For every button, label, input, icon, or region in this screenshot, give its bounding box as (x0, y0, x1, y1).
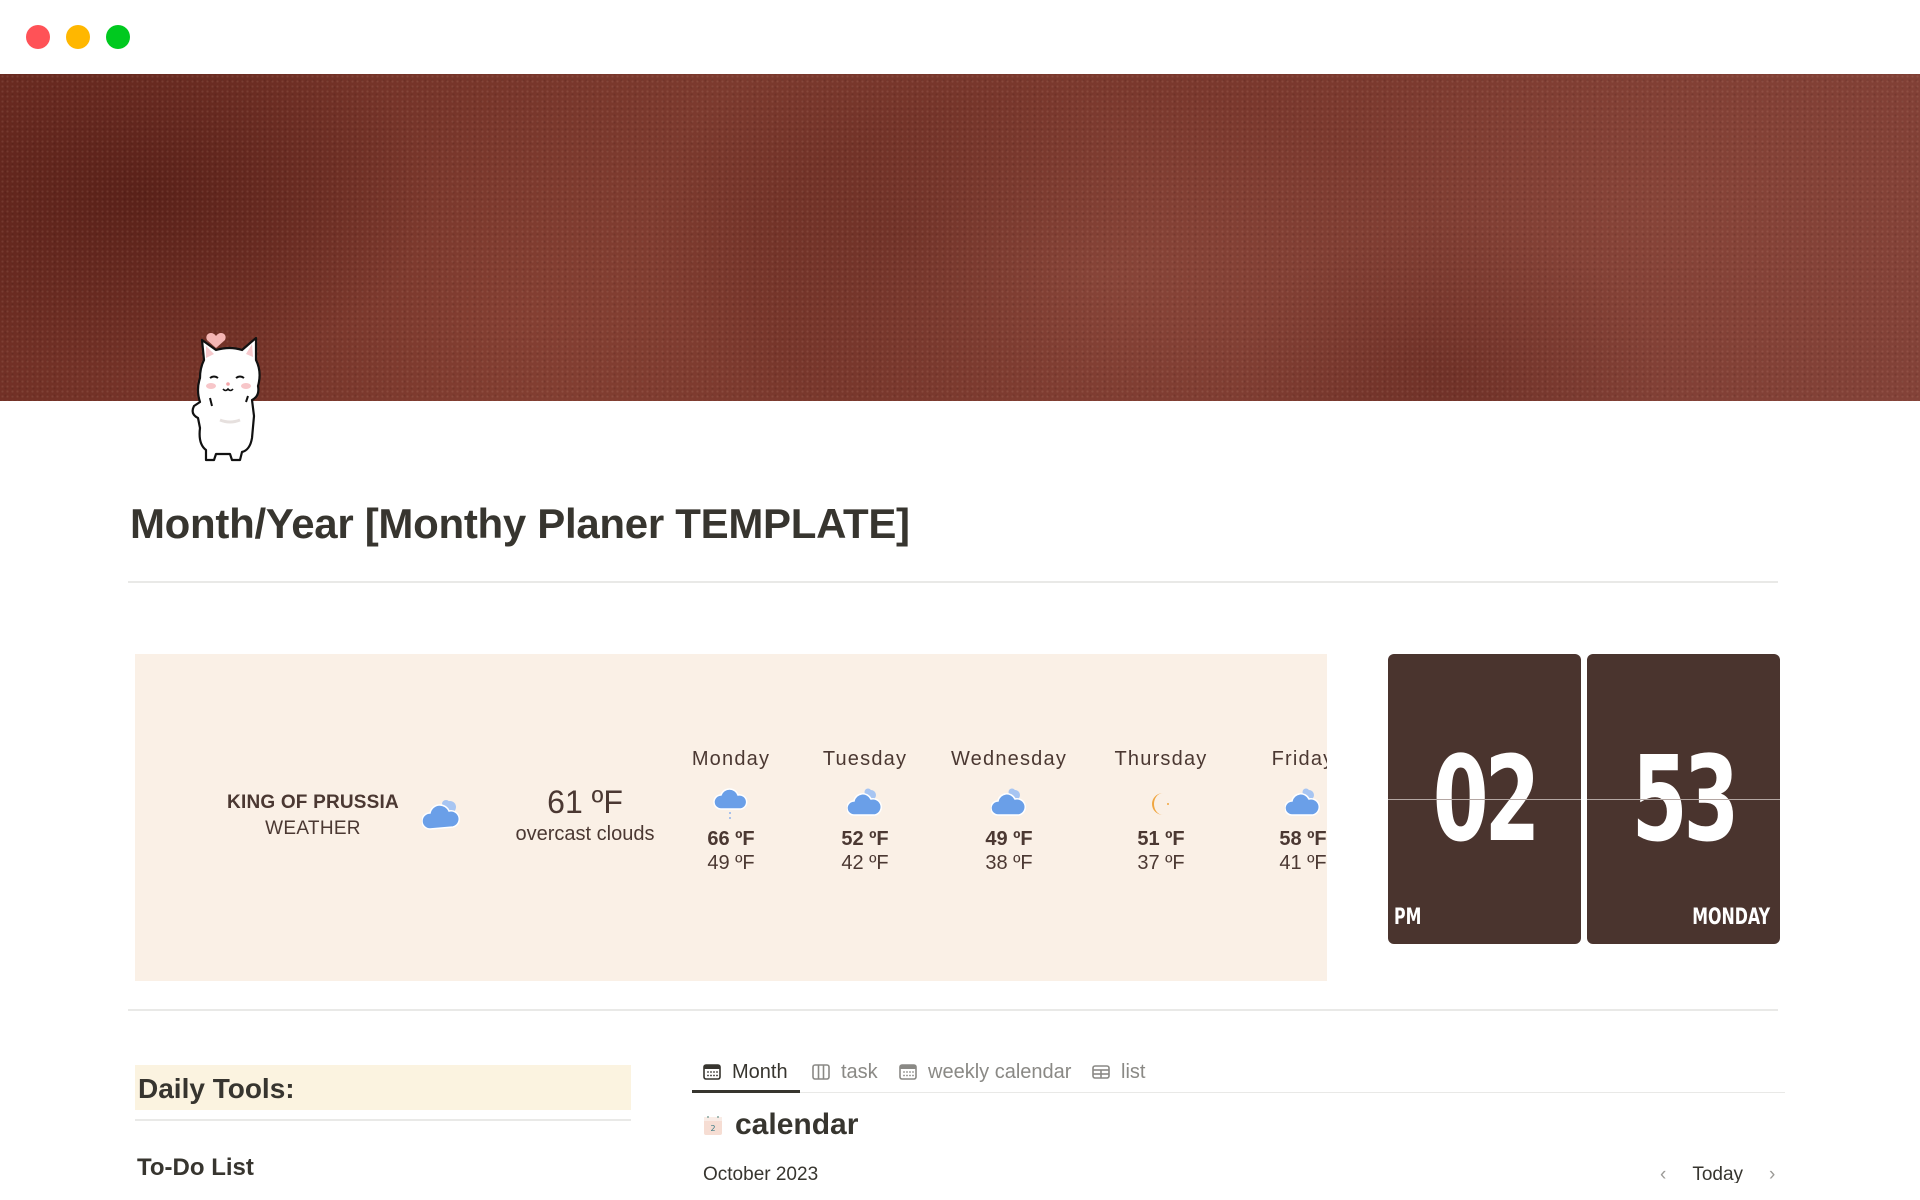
forecast-low: 42 ºF (841, 852, 889, 874)
active-tab-indicator (692, 1090, 800, 1093)
forecast-day-name: Friday (1271, 748, 1327, 770)
tab-list[interactable]: list (1091, 1052, 1145, 1092)
rain-cloud-icon (713, 788, 748, 819)
forecast-day-name: Thursday (1114, 748, 1208, 770)
forecast-high: 51 ºF (1137, 828, 1185, 850)
forecast-high: 52 ºF (841, 828, 889, 850)
forecast-low: 38 ºF (985, 852, 1033, 874)
pixel-cat-icon[interactable] (180, 320, 280, 465)
clock-meridiem: PM (1394, 905, 1422, 930)
forecast-high: 49 ºF (985, 828, 1033, 850)
board-icon (812, 1064, 830, 1080)
calendar-database-header: 2 calendar (703, 1108, 858, 1142)
forecast-day: Monday 66 ºF 49 ºF (656, 748, 806, 875)
forecast-high: 66 ºF (707, 828, 755, 850)
flip-clock-minutes: 53 MONDAY (1587, 654, 1780, 944)
page-title[interactable]: Month/Year [Monthy Planer TEMPLATE] (130, 500, 910, 548)
cloud-icon (847, 788, 882, 816)
forecast-day-name: Monday (691, 748, 771, 770)
daily-tools-callout: Daily Tools: (135, 1065, 631, 1110)
today-button[interactable]: Today (1692, 1164, 1743, 1183)
forecast-high: 58 ºF (1279, 828, 1327, 850)
table-icon (1092, 1065, 1110, 1079)
forecast-low: 41 ºF (1279, 852, 1327, 874)
flip-divider (1587, 799, 1780, 800)
forecast-low: 37 ºF (1137, 852, 1185, 874)
calendar-database-title[interactable]: calendar (735, 1108, 858, 1142)
calendar-navigation: ‹ Today › (1660, 1164, 1775, 1183)
tab-label: task (841, 1060, 878, 1083)
daily-tools-heading[interactable]: Daily Tools: (138, 1073, 295, 1105)
calendar-page-icon: 2 (704, 1116, 722, 1135)
tab-task[interactable]: task (811, 1052, 878, 1092)
forecast-day: Thursday 51 ºF 37 ºF (1086, 748, 1236, 875)
calendar-current-month: October 2023 (703, 1164, 819, 1183)
weather-forecast: Monday 66 ºF 49 ºF Tuesday 52 ºF 42 ºF W… (135, 748, 1327, 888)
divider (128, 581, 1778, 583)
forecast-day: Wednesday 49 ºF 38 ºF (934, 748, 1084, 875)
close-window-button[interactable] (26, 25, 50, 49)
window-titlebar (0, 0, 1920, 74)
forecast-day-name: Tuesday (822, 748, 908, 770)
tab-weekly-calendar[interactable]: weekly calendar (898, 1052, 1071, 1092)
calendar-icon (899, 1064, 917, 1080)
minimize-window-button[interactable] (66, 25, 90, 49)
forecast-day: Friday 58 ºF 41 ºF (1228, 748, 1327, 875)
calendar-icon (703, 1064, 721, 1080)
flip-divider (1388, 799, 1581, 800)
next-month-button[interactable]: › (1769, 1164, 1775, 1183)
tab-label: Month (732, 1060, 788, 1083)
forecast-day: Tuesday 52 ºF 42 ºF (790, 748, 940, 875)
tab-label: list (1121, 1060, 1146, 1083)
cloud-icon (991, 788, 1026, 816)
maximize-window-button[interactable] (106, 25, 130, 49)
clock-weekday: MONDAY (1692, 905, 1770, 930)
tab-month[interactable]: Month (702, 1052, 788, 1092)
viewport-bottom (0, 1184, 1920, 1200)
page-cover-image (0, 74, 1920, 401)
svg-text:2: 2 (710, 1124, 715, 1133)
forecast-low: 49 ºF (707, 852, 755, 874)
previous-month-button[interactable]: ‹ (1660, 1164, 1666, 1183)
divider (135, 1119, 631, 1121)
forecast-day-name: Wednesday (950, 748, 1068, 770)
cloud-icon (1285, 788, 1320, 816)
tabs-divider (692, 1092, 1785, 1093)
todo-list-heading[interactable]: To-Do List (137, 1154, 254, 1182)
moon-icon (1152, 793, 1169, 815)
weather-widget: KING OF PRUSSIA WEATHER 61 ºF overcast c… (135, 654, 1327, 981)
tab-label: weekly calendar (928, 1060, 1072, 1083)
divider (128, 1009, 1778, 1011)
flip-clock-hours: 02 PM (1388, 654, 1581, 944)
